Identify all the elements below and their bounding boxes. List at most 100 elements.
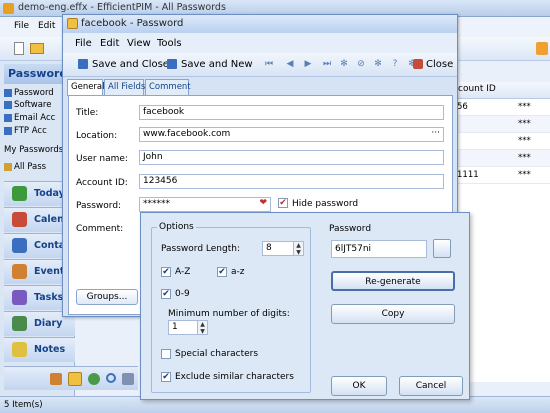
exclude-similar-label: Exclude similar characters [175, 372, 294, 382]
key-icon [67, 18, 78, 29]
generated-password-label: Password [329, 224, 372, 234]
exclude-similar-checkbox[interactable]: ✔ [161, 372, 171, 382]
password-window-title: facebook - Password [81, 18, 184, 29]
toolbar-extra-icon[interactable] [536, 42, 548, 55]
contacts-icon [12, 238, 27, 253]
title-field[interactable]: facebook [139, 105, 444, 120]
previous-record-icon[interactable]: ◀ [285, 59, 295, 69]
snowflake-icon: ✻ [340, 59, 348, 69]
stepper-arrows-icon[interactable]: ▲ ▼ [197, 321, 207, 334]
uppercase-label: A-Z [175, 267, 191, 277]
close-button[interactable]: Close [426, 59, 453, 70]
status-text: 5 Item(s) [4, 400, 43, 410]
cancel-button[interactable]: Cancel [399, 376, 463, 396]
table-row[interactable]: 56 *** [455, 99, 550, 116]
generate-key-icon[interactable]: ❤ [259, 198, 267, 208]
main-window-title: demo-eng.effx - EfficientPIM - All Passw… [18, 2, 226, 13]
app-icon [3, 3, 14, 14]
category-icon [4, 113, 12, 122]
table-row[interactable]: *** [455, 150, 550, 167]
next-record-icon[interactable]: ▶ [303, 59, 313, 69]
nav-shortcut-bar [4, 366, 138, 390]
help-icon[interactable]: ? [390, 59, 400, 69]
save-icon [78, 59, 88, 69]
browse-icon[interactable]: ··· [431, 128, 440, 138]
digits-label: 0-9 [175, 289, 190, 299]
search-icon[interactable] [106, 373, 116, 383]
save-and-new-button[interactable]: Save and New [181, 59, 253, 70]
password-field[interactable]: ****** ❤ [139, 197, 271, 212]
password-menu-bar: File Edit View Tools [63, 33, 457, 53]
location-field[interactable]: www.facebook.com ··· [139, 127, 444, 142]
generated-password-field[interactable]: 6lJT57ni [331, 240, 427, 258]
tasks-icon [12, 290, 27, 305]
minimum-digits-stepper[interactable]: 1 ▲ ▼ [168, 320, 208, 335]
pw-menu-edit[interactable]: Edit [100, 38, 119, 49]
new-icon[interactable] [14, 42, 24, 55]
minimum-digits-label: Minimum number of digits: [168, 309, 290, 319]
first-record-icon[interactable]: ⏮ [264, 59, 274, 69]
location-label: Location: [76, 131, 118, 141]
nav-notes[interactable]: Notes [4, 337, 75, 362]
lowercase-label: a-z [231, 267, 245, 277]
key-icon [4, 162, 12, 171]
tab-comment[interactable]: Comment [145, 79, 191, 95]
snowflake-icon: ✻ [374, 59, 382, 69]
hide-password-checkbox[interactable]: ✔ [278, 198, 288, 208]
category-icon [4, 100, 12, 109]
notes-icon [12, 342, 27, 357]
menu-file[interactable]: File [14, 21, 29, 31]
globe-icon[interactable] [88, 373, 100, 385]
ok-button[interactable]: OK [331, 376, 387, 396]
special-characters-label: Special characters [175, 349, 259, 359]
open-icon[interactable] [30, 43, 44, 54]
account-id-label: Account ID: [76, 178, 128, 188]
category-icon [4, 126, 12, 135]
tab-all-fields[interactable]: All Fields [104, 79, 145, 95]
today-icon [12, 186, 27, 201]
user-name-field[interactable]: John [139, 150, 444, 165]
table-row[interactable]: *** [455, 116, 550, 133]
category-icon [4, 88, 12, 97]
special-characters-checkbox[interactable] [161, 349, 171, 359]
pw-menu-tools[interactable]: Tools [157, 38, 182, 49]
groups-button[interactable]: Groups... [76, 289, 138, 305]
calendar-icon [12, 212, 27, 227]
key-icon[interactable] [68, 372, 82, 386]
pw-menu-file[interactable]: File [75, 38, 92, 49]
column-header-account-id[interactable]: count ID [455, 82, 550, 99]
save-and-close-button[interactable]: Save and Close [92, 59, 169, 70]
last-record-icon[interactable]: ⏭ [322, 59, 332, 69]
account-id-field[interactable]: 123456 [139, 174, 444, 189]
copy-to-clipboard-icon[interactable] [433, 239, 451, 258]
password-length-label: Password Length: [161, 244, 240, 254]
digits-checkbox[interactable]: ✔ [161, 289, 171, 299]
pw-menu-view[interactable]: View [127, 38, 151, 49]
table-row[interactable]: *** [455, 133, 550, 150]
password-label: Password: [76, 201, 122, 211]
copy-button[interactable]: Copy [331, 304, 455, 324]
options-label: Options [157, 222, 196, 232]
mail-icon[interactable] [50, 373, 62, 385]
table-row[interactable]: 1111 *** [455, 167, 550, 184]
password-length-stepper[interactable]: 8 ▲ ▼ [262, 241, 304, 256]
password-window-title-bar: facebook - Password [63, 15, 457, 33]
attach-icon[interactable]: ⊘ [356, 59, 366, 69]
tab-general[interactable]: General [67, 79, 105, 96]
user-name-label: User name: [76, 154, 128, 164]
diary-icon [12, 316, 27, 331]
save-new-icon [167, 59, 177, 69]
close-icon [413, 59, 423, 69]
stepper-arrows-icon[interactable]: ▲ ▼ [293, 242, 303, 255]
hide-password-label: Hide password [292, 199, 359, 209]
uppercase-checkbox[interactable]: ✔ [161, 267, 171, 277]
password-toolbar: Save and Close Save and New ⏮ ◀ ▶ ⏭ ✻ ⊘ … [63, 53, 457, 77]
lowercase-checkbox[interactable]: ✔ [217, 267, 227, 277]
password-generator-popup: Options Password Length: 8 ▲ ▼ ✔ A-Z ✔ a-z… [140, 212, 470, 400]
regenerate-button[interactable]: Re-generate [331, 271, 455, 291]
comment-label: Comment: [76, 224, 124, 234]
menu-edit[interactable]: Edit [38, 21, 55, 31]
title-label: Title: [76, 108, 99, 118]
settings-icon[interactable] [122, 373, 134, 385]
events-icon [12, 264, 27, 279]
